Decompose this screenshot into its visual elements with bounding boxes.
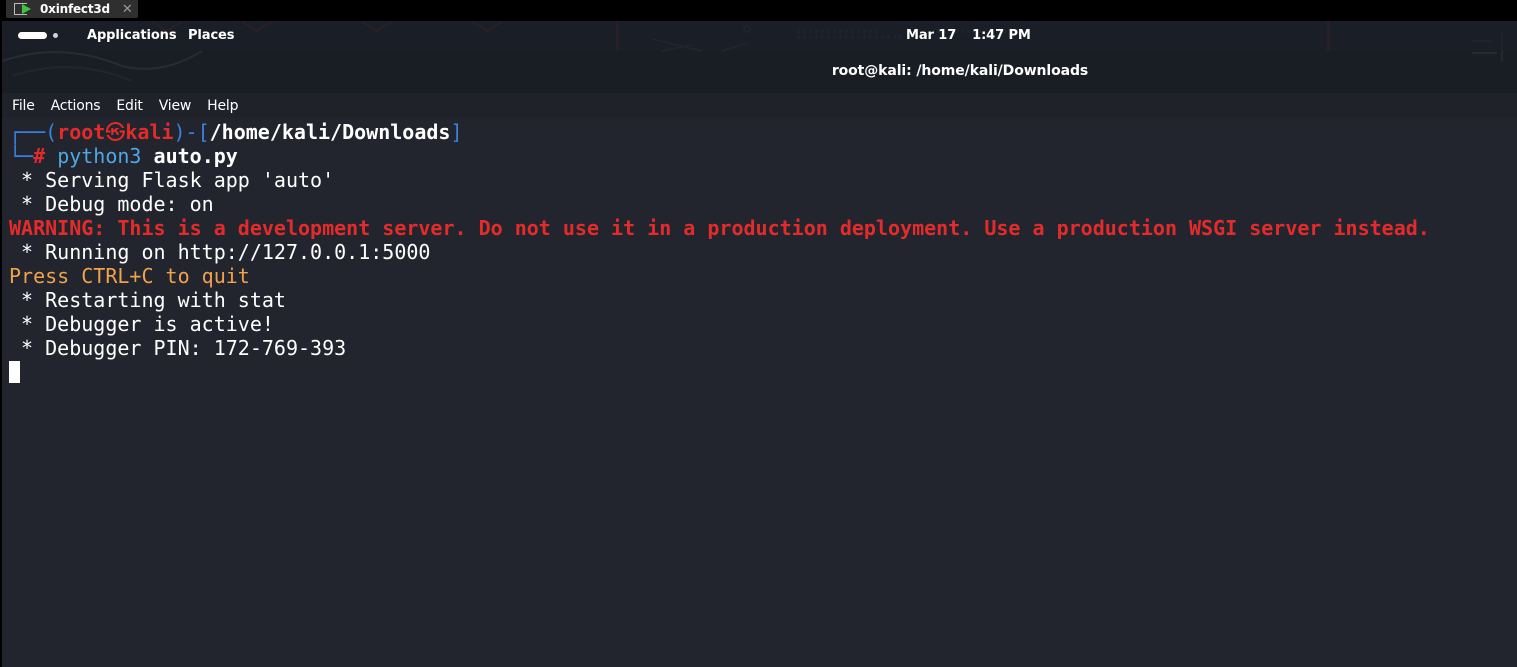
terminal-menubar: File Actions Edit View Help bbox=[2, 93, 1517, 118]
clock-time: 1:47 PM bbox=[972, 28, 1031, 43]
prompt-user: root bbox=[57, 120, 106, 144]
menu-edit[interactable]: Edit bbox=[116, 98, 143, 114]
menu-view[interactable]: View bbox=[159, 98, 192, 114]
prompt-line-1: ┌──(root㉿kali)-[/home/kali/Downloads] bbox=[9, 120, 463, 144]
window-titlebar[interactable]: root@kali: /home/kali/Downloads bbox=[2, 51, 1517, 93]
host-tab-vm[interactable]: 0xinfect3d ✕ bbox=[6, 0, 138, 18]
host-tab-bar: 0xinfect3d ✕ bbox=[0, 0, 1517, 21]
window-title: root@kali: /home/kali/Downloads bbox=[831, 63, 1089, 79]
output-debug-mode: * Debug mode: on bbox=[9, 192, 214, 216]
cursor-line bbox=[9, 360, 1517, 384]
output-debugger-active: * Debugger is active! bbox=[9, 312, 274, 336]
gnome-top-bar: Applications Places Mar 17 1:47 PM bbox=[2, 21, 1517, 51]
guest-desktop: Applications Places Mar 17 1:47 PM root@k… bbox=[2, 21, 1517, 667]
places-menu[interactable]: Places bbox=[188, 28, 235, 43]
output-restarting: * Restarting with stat bbox=[9, 288, 286, 312]
prompt-path: /home/kali/Downloads bbox=[209, 120, 451, 144]
vm-play-icon bbox=[14, 2, 36, 16]
prompt-symbol: ㉿ bbox=[105, 120, 126, 144]
output-warning: WARNING: This is a development server. D… bbox=[9, 216, 1430, 240]
prompt-line-2: └─# python3 auto.py bbox=[9, 144, 238, 168]
text-cursor bbox=[9, 361, 20, 383]
command-argument: auto.py bbox=[153, 144, 238, 168]
prompt-host: kali bbox=[125, 120, 174, 144]
host-tab-title: 0xinfect3d bbox=[40, 2, 110, 16]
menu-actions[interactable]: Actions bbox=[51, 98, 101, 114]
clock[interactable]: Mar 17 1:47 PM bbox=[906, 28, 1031, 43]
output-quit-hint: Press CTRL+C to quit bbox=[9, 264, 250, 288]
output-debugger-pin: * Debugger PIN: 172-769-393 bbox=[9, 336, 347, 360]
workspace-dot-icon bbox=[53, 33, 58, 38]
activities-indicator-icon[interactable] bbox=[18, 32, 47, 39]
prompt-hash: # bbox=[33, 144, 46, 168]
command-name: python3 bbox=[57, 144, 142, 168]
clock-date: Mar 17 bbox=[906, 28, 957, 43]
output-serving: * Serving Flask app 'auto' bbox=[9, 168, 335, 192]
menu-file[interactable]: File bbox=[12, 98, 35, 114]
terminal-output[interactable]: ┌──(root㉿kali)-[/home/kali/Downloads] └─#… bbox=[2, 118, 1517, 667]
close-icon[interactable]: ✕ bbox=[122, 2, 133, 17]
menu-help[interactable]: Help bbox=[207, 98, 238, 114]
applications-menu[interactable]: Applications bbox=[87, 28, 177, 43]
output-running: * Running on http://127.0.0.1:5000 bbox=[9, 240, 431, 264]
